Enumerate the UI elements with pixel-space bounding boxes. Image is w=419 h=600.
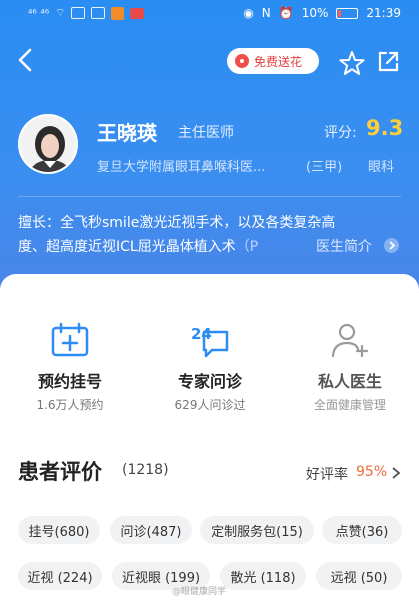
review-tag[interactable]: 散光 (118)	[220, 562, 306, 590]
review-tag[interactable]: 远视 (50)	[316, 562, 402, 590]
service-subtitle: 全面健康管理	[313, 398, 386, 412]
free-flower-button[interactable]: 免费送花	[227, 48, 319, 74]
battery-icon	[336, 7, 359, 19]
app-icon	[111, 6, 125, 20]
service-subtitle: 629人问诊过	[174, 398, 246, 412]
chat-24-badge: 24	[191, 325, 212, 343]
app-icon	[91, 7, 106, 19]
clock: 21:39	[366, 6, 401, 20]
doctor-title: 主任医师	[178, 125, 234, 141]
signal-text: ⁴⁶ ⁴⁶	[28, 6, 50, 20]
service-name: 专家问诊	[177, 372, 242, 391]
intro-text-line1: 擅长：全飞秒smile激光近视手术，以及各类复杂高	[18, 215, 336, 231]
doctor-avatar	[18, 114, 78, 174]
calendar-plus-icon	[51, 322, 89, 357]
chevron-right-icon[interactable]	[390, 466, 402, 480]
flower-icon	[235, 54, 249, 68]
intro-text-line2: 度、超高度近视ICL屈光晶体植入术（P	[18, 236, 258, 256]
good-rate-label[interactable]: 好评率	[306, 464, 348, 484]
reviews-count: (1218)	[122, 462, 169, 478]
eye-icon: ◉	[243, 6, 254, 20]
review-tag[interactable]: 点赞(36)	[322, 516, 402, 544]
back-icon[interactable]	[14, 46, 38, 74]
nfc-icon: N	[261, 6, 271, 20]
intro-text: 度、超高度近视ICL屈光晶体植入术	[18, 239, 236, 255]
favorite-star-icon[interactable]	[339, 50, 365, 76]
service-card: 预约挂号 1.6万人预约 24 专家问诊 629人问诊过 私人医生 全面健康管理…	[0, 274, 419, 600]
doctor-name: 王晓瑛	[97, 121, 157, 145]
service-name: 私人医生	[317, 372, 382, 391]
doctor-photo	[20, 116, 76, 172]
hospital-level: (三甲)	[306, 160, 343, 175]
department: 眼科	[368, 160, 395, 175]
share-icon[interactable]	[376, 50, 400, 74]
service-subtitle: 1.6万人预约	[36, 398, 104, 412]
watermark: @眼健康同学	[172, 587, 227, 597]
doctor-intro-link[interactable]: 医生简介	[316, 236, 372, 256]
doctor-header: ⁴⁶ ⁴⁶ ⌔ ◉ N ⏰ 10% 21:39 免费送花 王晓瑛 主任医师 评分…	[0, 0, 419, 290]
user-plus-icon	[331, 323, 369, 358]
good-rate-value[interactable]: 95%	[356, 464, 387, 480]
app-icon	[71, 7, 86, 19]
wifi-icon: ⌔	[55, 6, 66, 19]
reviews-title: 患者评价	[18, 460, 102, 484]
service-name: 预约挂号	[37, 372, 102, 391]
status-left: ⁴⁶ ⁴⁶ ⌔	[28, 6, 145, 20]
free-flower-label: 免费送花	[254, 54, 303, 69]
hospital-name: 复旦大学附属眼耳鼻喉科医...	[97, 160, 266, 175]
chat-24-icon: 24	[191, 325, 229, 358]
intro-more: （P	[235, 239, 259, 255]
status-bar: ⁴⁶ ⁴⁶ ⌔ ◉ N ⏰ 10% 21:39	[0, 0, 419, 30]
alarm-icon: ⏰	[278, 6, 294, 20]
review-tag[interactable]: 近视 (224)	[18, 562, 102, 590]
review-tag[interactable]: 定制服务包(15)	[200, 516, 314, 544]
battery-percent: 10%	[301, 6, 329, 20]
score-label: 评分:	[324, 125, 357, 141]
divider	[18, 196, 401, 197]
chevron-right-icon[interactable]	[384, 238, 399, 253]
app-icon	[130, 7, 145, 19]
status-right: ◉ N ⏰ 10% 21:39	[243, 6, 401, 20]
review-tag[interactable]: 问诊(487)	[110, 516, 192, 544]
review-tag[interactable]: 挂号(680)	[18, 516, 100, 544]
doctor-score: 9.3	[366, 116, 404, 140]
